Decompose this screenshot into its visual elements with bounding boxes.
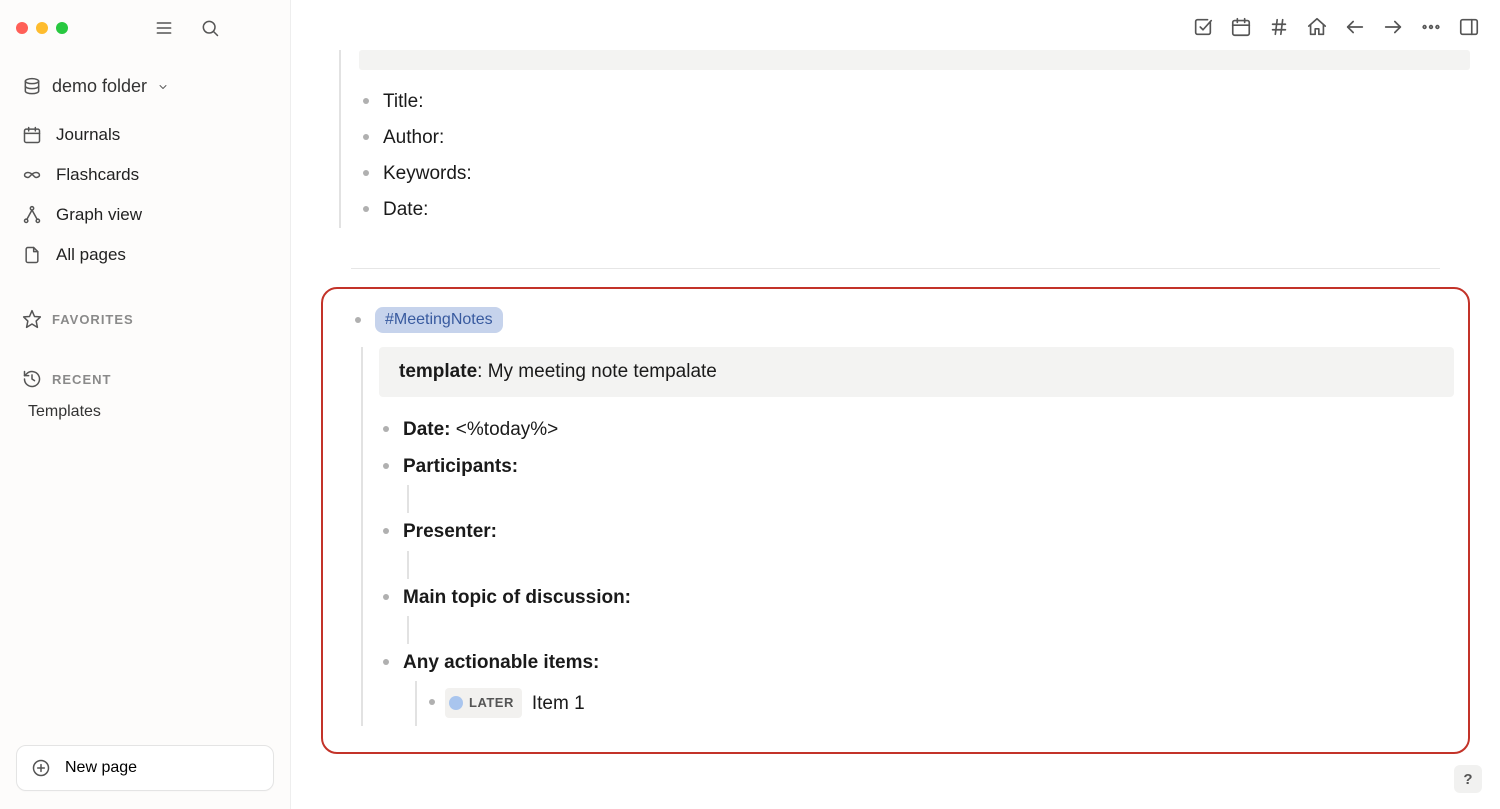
window-controls [16,14,274,42]
list-item-presenter[interactable]: Presenter: [379,513,1454,578]
menu-icon[interactable] [154,18,174,38]
upper-block-list[interactable]: Title: Author: Keywords: Date: [359,84,1470,228]
task-status-label: LATER [469,690,514,715]
list-item-actionable[interactable]: Any actionable items: LATER Item 1 [379,644,1454,726]
hash-icon[interactable] [1268,16,1290,38]
folder-select[interactable]: demo folder [16,72,274,101]
task-check-icon[interactable] [1192,16,1214,38]
maintopic-label: Main topic of discussion: [403,587,631,608]
top-toolbar [1184,8,1488,46]
task-text[interactable]: Item 1 [532,685,585,722]
block-bullet-icon[interactable] [355,317,361,323]
divider [351,268,1440,269]
template-key: template [399,361,477,382]
editor-content[interactable]: Title: Author: Keywords: Date: #MeetingN… [291,0,1500,809]
database-icon [22,77,42,97]
search-icon[interactable] [200,18,220,38]
new-page-label: New page [65,759,137,777]
star-icon [22,309,42,329]
template-property-row[interactable]: template: My meeting note tempalate [379,347,1454,397]
list-item[interactable]: Title: [359,84,1470,120]
more-icon[interactable] [1420,16,1442,38]
list-item[interactable]: Date: [359,192,1470,228]
recent-item-label: Templates [28,403,101,420]
window-zoom-icon[interactable] [56,22,68,34]
favorites-label: FAVORITES [52,312,134,327]
meeting-notes-block: #MeetingNotes template: My meeting note … [321,287,1470,753]
list-item-date[interactable]: Date: <%today%> [379,411,1454,448]
list-item-participants[interactable]: Participants: [379,448,1454,513]
status-dot-icon [449,696,463,710]
empty-child-line[interactable] [407,616,1454,644]
sidebar-item-label: Flashcards [56,165,139,185]
list-item[interactable]: Author: [359,120,1470,156]
recent-label: RECENT [52,372,111,387]
sidebar-item-flashcards[interactable]: Flashcards [16,155,274,195]
sidebar-item-label: All pages [56,245,126,265]
meeting-fields-list[interactable]: Date: <%today%> Participants: Presenter:… [379,411,1454,725]
help-label: ? [1463,771,1472,788]
list-item[interactable]: Keywords: [359,156,1470,192]
file-icon [22,245,42,265]
sidebar-item-all-pages[interactable]: All pages [16,235,274,275]
presenter-label: Presenter: [403,521,497,542]
window-minimize-icon[interactable] [36,22,48,34]
participants-label: Participants: [403,456,518,477]
empty-child-line[interactable] [407,485,1454,513]
tag-meetingnotes[interactable]: #MeetingNotes [375,307,503,333]
calendar-toolbar-icon[interactable] [1230,16,1252,38]
sidebar-item-label: Graph view [56,205,142,225]
actionable-label: Any actionable items: [403,652,599,673]
recent-item-templates[interactable]: Templates [16,395,274,429]
home-icon[interactable] [1306,16,1328,38]
calendar-icon [22,125,42,145]
graph-icon [22,205,42,225]
plus-circle-icon [31,758,51,778]
folder-name: demo folder [52,76,147,97]
back-icon[interactable] [1344,16,1366,38]
window-close-icon[interactable] [16,22,28,34]
main-pane: Title: Author: Keywords: Date: #MeetingN… [290,0,1500,809]
template-header-bar [359,50,1470,70]
favorites-section[interactable]: FAVORITES [16,303,274,335]
sidebar-item-label: Journals [56,125,120,145]
template-value: : My meeting note tempalate [477,361,717,382]
forward-icon[interactable] [1382,16,1404,38]
task-item-row[interactable]: LATER Item 1 [415,681,1454,726]
date-label: Date: [403,419,456,440]
empty-child-line[interactable] [407,551,1454,579]
chevron-down-icon [157,81,169,93]
date-value: <%today%> [456,419,558,440]
new-page-button[interactable]: New page [16,745,274,791]
infinity-icon [22,165,42,185]
recent-section[interactable]: RECENT [16,363,274,395]
sidebar-item-journals[interactable]: Journals [16,115,274,155]
upper-template-block: Title: Author: Keywords: Date: [339,50,1470,228]
list-item-maintopic[interactable]: Main topic of discussion: [379,579,1454,644]
sidebar-item-graph-view[interactable]: Graph view [16,195,274,235]
task-status-chip[interactable]: LATER [445,688,522,717]
meeting-inner-block: template: My meeting note tempalate Date… [361,347,1454,725]
help-button[interactable]: ? [1454,765,1482,793]
sidebar: demo folder Journals Flashcards Graph vi… [0,0,290,809]
sidebar-nav: Journals Flashcards Graph view All pages [16,115,274,275]
history-icon [22,369,42,389]
right-panel-icon[interactable] [1458,16,1480,38]
